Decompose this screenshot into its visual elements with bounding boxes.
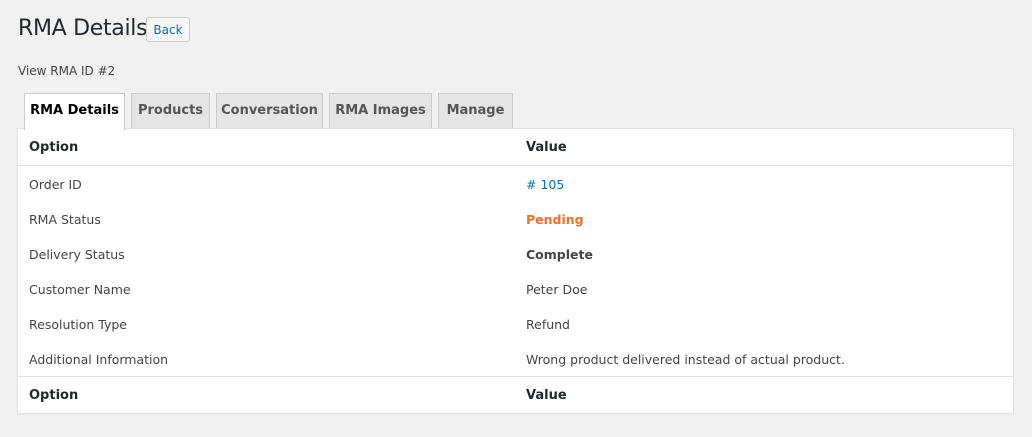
rma-status-value: Pending xyxy=(526,212,584,227)
column-footer-value: Value xyxy=(526,388,567,403)
table-row: RMA Status Pending xyxy=(18,202,1013,237)
column-header-option: Option xyxy=(29,140,79,155)
option-label: Additional Information xyxy=(29,352,169,367)
page-title: RMA Details xyxy=(18,16,148,41)
tab-products[interactable]: Products xyxy=(131,93,210,128)
table-row: Order ID # 105 xyxy=(18,167,1013,202)
table-header: Option Value xyxy=(18,129,1013,166)
column-header-value: Value xyxy=(526,140,567,155)
option-label: Resolution Type xyxy=(29,317,127,332)
option-label: Delivery Status xyxy=(29,247,125,262)
order-id-link[interactable]: # 105 xyxy=(526,177,564,192)
table-row: Additional Information Wrong product del… xyxy=(18,342,1013,377)
column-footer-option: Option xyxy=(29,388,79,403)
rma-id-subtitle: View RMA ID #2 xyxy=(18,64,116,78)
option-label: RMA Status xyxy=(29,212,101,227)
table-footer: Option Value xyxy=(18,376,1013,413)
tab-conversation[interactable]: Conversation xyxy=(216,93,323,128)
tab-rma-images[interactable]: RMA Images xyxy=(329,93,432,128)
option-label: Order ID xyxy=(29,177,82,192)
tab-manage[interactable]: Manage xyxy=(438,93,513,128)
resolution-type-value: Refund xyxy=(526,317,570,332)
additional-info-value: Wrong product delivered instead of actua… xyxy=(526,352,845,367)
table-row: Delivery Status Complete xyxy=(18,237,1013,272)
delivery-status-value: Complete xyxy=(526,247,593,262)
table-row: Customer Name Peter Doe xyxy=(18,272,1013,307)
back-button[interactable]: Back xyxy=(146,17,190,42)
rma-details-table: Option Value Order ID # 105 RMA Status P… xyxy=(17,128,1014,414)
option-label: Customer Name xyxy=(29,282,131,297)
tab-rma-details[interactable]: RMA Details xyxy=(24,93,125,130)
table-row: Resolution Type Refund xyxy=(18,307,1013,342)
customer-name-value: Peter Doe xyxy=(526,282,588,297)
